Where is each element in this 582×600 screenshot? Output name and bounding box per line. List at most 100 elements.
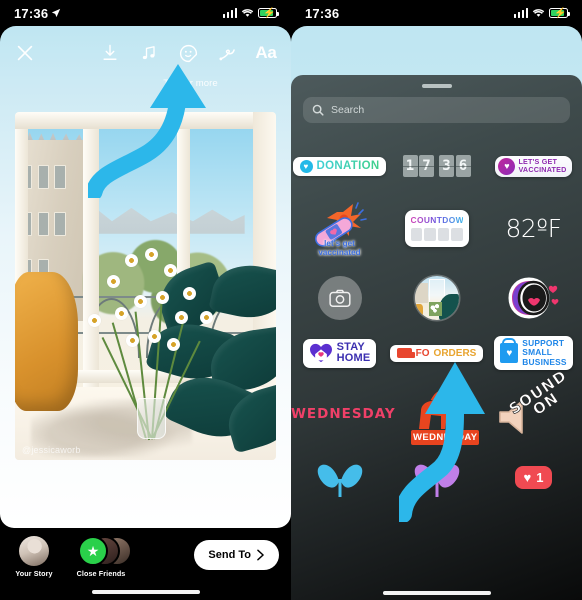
temperature-sticker[interactable]: 82ºF [506,214,562,243]
mouth-hearts-sticker[interactable] [506,275,562,321]
lets-get-vaccinated-pill-sticker[interactable]: ♥ LET'S GET VACCINATED [495,155,572,177]
open-mouth-icon [507,277,558,319]
close-friends-avatars: ★ [78,536,132,566]
stay-home-sticker[interactable]: STAY HOME [302,338,377,368]
countdown-boxes [410,227,463,241]
share-bar: Your Story ★ Close Friends Send To [0,528,291,600]
sticker-row-4: STAY HOME FO ORDERS ♥ SUPPORT SMALL BUSI… [291,333,582,373]
sticker-grid: ♥ DONATION 1 7 3 6 ♥ LET'S GET VACCINATE… [291,135,582,600]
wednesday-text-sticker[interactable]: WEDNESDAY [291,406,396,422]
photo-window-frame [15,112,276,130]
sticker-cell[interactable]: let's get vaccinated [291,200,388,256]
heart-icon: ♥ [299,159,313,173]
donation-label: DONATION [316,160,380,172]
sticker-cell[interactable] [388,276,485,320]
support-line2: SMALL [522,347,553,358]
text-button[interactable]: Aa [255,42,277,64]
chevron-right-icon [257,549,264,561]
blue-butterfly-sticker[interactable] [314,459,366,497]
food-orders-sticker[interactable]: FO ORDERS [389,344,484,362]
text-aa-icon: Aa [255,43,277,62]
search-icon [312,104,324,116]
sticker-button[interactable] [177,42,199,64]
shopping-bag-heart-icon: ♥ [500,343,519,363]
clock-digit: 3 [439,155,454,177]
battery-charging-icon: ⚡ [549,8,570,19]
sticker-cell[interactable]: FO ORDERS [388,344,485,362]
sticker-cell[interactable]: ♥ LET'S GET VACCINATED [485,155,582,177]
send-to-label: Send To [208,549,251,561]
status-time-text-left: 17:36 [14,5,49,21]
dual-phone-screenshot: 17:36 ⚡ Aa Tap for more @jessicaworb You… [0,0,582,600]
vaccinated-flower-bandaid-sticker[interactable]: let's get vaccinated [309,200,371,256]
draw-button[interactable] [216,42,238,64]
sticker-cell[interactable]: COUNTDOWN [388,209,485,247]
sticker-row-5: WEDNESDAY WEDNESDAY SOUND ON [291,366,582,447]
music-button[interactable] [138,42,160,64]
camel-wednesday-sticker[interactable]: WEDNESDAY [407,383,480,445]
sticker-cell[interactable]: ♥ SUPPORT SMALL BUSINESS [485,335,582,371]
clock-sticker[interactable]: 1 7 3 6 [402,155,471,177]
like-count-label: 1 [536,469,544,485]
sound-on-sticker[interactable]: SOUND ON [498,366,572,442]
location-arrow-icon [52,8,61,18]
sticker-row-1: ♥ DONATION 1 7 3 6 ♥ LET'S GET VACCINATE… [291,145,582,187]
sticker-cell[interactable]: 1 7 3 6 [388,155,485,177]
like-count-sticker[interactable]: ♥ 1 [514,465,553,489]
sticker-cell[interactable]: 82ºF [485,214,582,243]
sticker-cell[interactable] [485,275,582,321]
signal-bars-icon [222,8,237,18]
wifi-icon [241,9,254,17]
left-phone-panel: 17:36 ⚡ Aa Tap for more @jessicaworb You… [0,0,291,600]
audience-close-friends[interactable]: ★ Close Friends [72,536,132,578]
music-note-icon [142,46,155,60]
story-editor-card: Aa Tap for more @jessicaworb [0,26,291,528]
status-bar-right: 17:36 ⚡ [291,0,582,26]
sticker-cell[interactable]: STAY HOME [291,338,388,368]
close-friends-label: Close Friends [76,569,126,578]
countdown-sticker[interactable]: COUNTDOWN [404,209,471,247]
camel-icon [419,387,462,429]
stay-home-label: STAY HOME [336,340,371,365]
sticker-smiley-icon [179,44,197,62]
tap-for-more-hint: Tap for more [163,78,218,89]
sticker-cell[interactable]: ♥ DONATION [291,156,388,176]
photo-watermark: @jessicaworb [22,445,81,455]
purple-butterfly-sticker[interactable] [411,459,463,497]
stay-home-line1: STAY [336,340,365,353]
support-line1: SUPPORT [522,337,565,348]
close-button[interactable] [14,42,36,64]
status-icons-left: ⚡ [222,8,279,19]
sticker-cell[interactable]: ♥ 1 [485,465,582,489]
download-button[interactable] [99,42,121,64]
countdown-label: COUNTDOWN [410,214,471,225]
support-small-business-sticker[interactable]: ♥ SUPPORT SMALL BUSINESS [494,335,573,371]
photo-sticker[interactable] [414,276,459,320]
drag-handle[interactable] [421,84,452,88]
delivery-truck-icon [396,348,415,358]
audience-your-story[interactable]: Your Story [10,536,58,578]
sticker-row-2: let's get vaccinated COUNTDOWN 82ºF [291,193,582,263]
food-orders-part1: FO [415,347,430,359]
editor-tools: Aa [99,42,277,64]
sticker-cell[interactable] [291,276,388,320]
sticker-cell[interactable]: WEDNESDAY [396,383,489,445]
sticker-cell[interactable] [388,459,485,497]
support-label: SUPPORT SMALL BUSINESS [522,337,566,368]
heart-icon: ♥ [523,469,532,485]
story-photo[interactable]: @jessicaworb [15,112,276,460]
search-input[interactable]: Search [303,97,570,123]
sticker-cell[interactable]: SOUND ON [489,366,582,442]
butterfly-icon [317,464,362,497]
vaccinated-label: LET'S GET VACCINATED [518,157,566,175]
send-to-button[interactable]: Send To [194,540,279,570]
camera-sticker[interactable] [317,276,362,320]
sticker-cell[interactable] [291,459,388,497]
clock-digit: 1 [402,155,418,177]
donation-sticker[interactable]: ♥ DONATION [292,156,387,176]
photo-yellow-pillow [15,272,78,412]
food-orders-part2: ORDERS [433,347,477,359]
search-placeholder: Search [331,104,365,116]
sticker-cell[interactable]: WEDNESDAY [291,406,396,422]
status-time-right: 17:36 [305,6,339,21]
